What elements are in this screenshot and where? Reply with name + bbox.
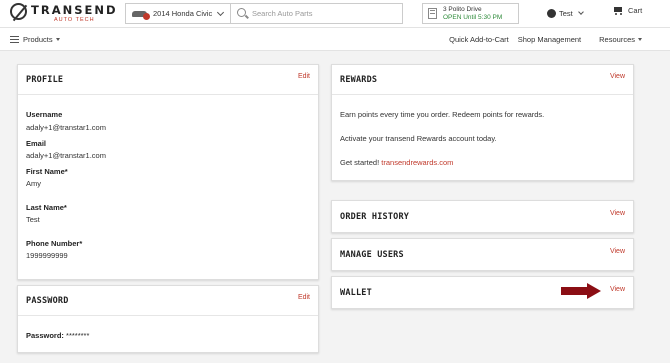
hamburger-icon (10, 36, 19, 43)
manage-users-card[interactable]: MANAGE USERS View (331, 238, 634, 271)
wallet-view-link[interactable]: View (610, 286, 625, 293)
last-name-value: Test (26, 215, 40, 224)
manage-users-view-link[interactable]: View (610, 248, 625, 255)
password-title: PASSWORD (26, 296, 69, 306)
nav-bar: Products Quick Add-to-Cart Shop Manageme… (0, 28, 670, 51)
cart-label: Cart (628, 6, 643, 15)
logo-text: TRANSEND (31, 3, 118, 17)
logo[interactable]: TRANSEND AUTO TECH (10, 3, 116, 25)
rewards-view-link[interactable]: View (610, 73, 625, 80)
first-name-value: Amy (26, 179, 41, 188)
search-icon[interactable] (237, 8, 246, 17)
profile-card-header: PROFILE Edit (18, 65, 318, 95)
cart-button[interactable]: Cart (612, 6, 642, 15)
user-menu[interactable]: Test (547, 6, 584, 20)
rewards-card-header: REWARDS View (332, 65, 633, 95)
transend-rewards-link[interactable]: transendrewards.com (381, 158, 453, 167)
password-card: PASSWORD Edit Password: ******** (17, 285, 319, 353)
cart-icon (612, 6, 623, 15)
logo-mark-icon (10, 3, 28, 22)
chevron-down-icon (577, 9, 584, 15)
manage-users-title: MANAGE USERS (340, 250, 404, 260)
first-name-label: First Name* (26, 167, 68, 176)
username-label: Username (26, 110, 63, 119)
password-edit-link[interactable]: Edit (298, 294, 310, 301)
phone-label: Phone Number* (26, 239, 83, 248)
rewards-text-2: Activate your transend Rewards account t… (340, 134, 497, 143)
quick-add-to-cart-link[interactable]: Quick Add-to-Cart (449, 35, 509, 44)
username-value: adaly+1@transtar1.com (26, 123, 106, 132)
products-menu[interactable]: Products (10, 35, 60, 44)
resources-menu[interactable]: Resources (590, 35, 642, 44)
rewards-title: REWARDS (340, 75, 378, 85)
order-history-card[interactable]: ORDER HISTORY View (331, 200, 634, 233)
arrow-right-icon (561, 283, 601, 299)
store-hours: OPEN Until 5:30 PM (443, 14, 503, 21)
store-selector[interactable]: 3 Polito Drive OPEN Until 5:30 PM (422, 3, 519, 24)
phone-value: 1999999999 (26, 251, 68, 260)
products-label: Products (23, 35, 53, 44)
vehicle-selector[interactable]: 2014 Honda Civic (126, 4, 231, 23)
profile-card: PROFILE Edit Username adaly+1@transtar1.… (17, 64, 319, 280)
top-bar: TRANSEND AUTO TECH 2014 Honda Civic 3 Po… (0, 0, 670, 28)
store-name: 3 Polito Drive (443, 6, 482, 13)
user-icon (547, 8, 556, 18)
resources-label: Resources (599, 35, 635, 44)
password-row: Password: ******** (26, 331, 89, 340)
wallet-title: WALLET (340, 288, 372, 298)
last-name-label: Last Name* (26, 203, 67, 212)
caret-down-icon (55, 38, 60, 41)
password-card-header: PASSWORD Edit (18, 286, 318, 316)
password-label: Password: (26, 331, 64, 340)
logo-subtitle: AUTO TECH (54, 17, 95, 23)
rewards-card: REWARDS View Earn points every time you … (331, 64, 634, 181)
email-value: adaly+1@transtar1.com (26, 151, 106, 160)
rewards-text-1: Earn points every time you order. Redeem… (340, 110, 545, 119)
profile-edit-link[interactable]: Edit (298, 73, 310, 80)
search-input[interactable] (252, 6, 400, 21)
nav-links: Quick Add-to-Cart Shop Management Resour… (440, 35, 642, 44)
store-icon (428, 8, 437, 19)
rewards-get-started: Get started! (340, 158, 380, 167)
profile-title: PROFILE (26, 75, 64, 85)
email-label: Email (26, 139, 47, 148)
user-name: Test (559, 8, 573, 18)
rewards-text-3: Get started! transendrewards.com (340, 158, 453, 167)
shop-management-link[interactable]: Shop Management (518, 35, 581, 44)
password-value: ******** (66, 331, 90, 340)
search-bar: 2014 Honda Civic (125, 3, 403, 24)
order-history-title: ORDER HISTORY (340, 212, 410, 222)
car-icon (132, 8, 150, 20)
vehicle-label: 2014 Honda Civic (153, 9, 213, 18)
order-history-view-link[interactable]: View (610, 210, 625, 217)
chevron-down-icon (217, 8, 225, 16)
caret-down-icon (638, 38, 642, 41)
